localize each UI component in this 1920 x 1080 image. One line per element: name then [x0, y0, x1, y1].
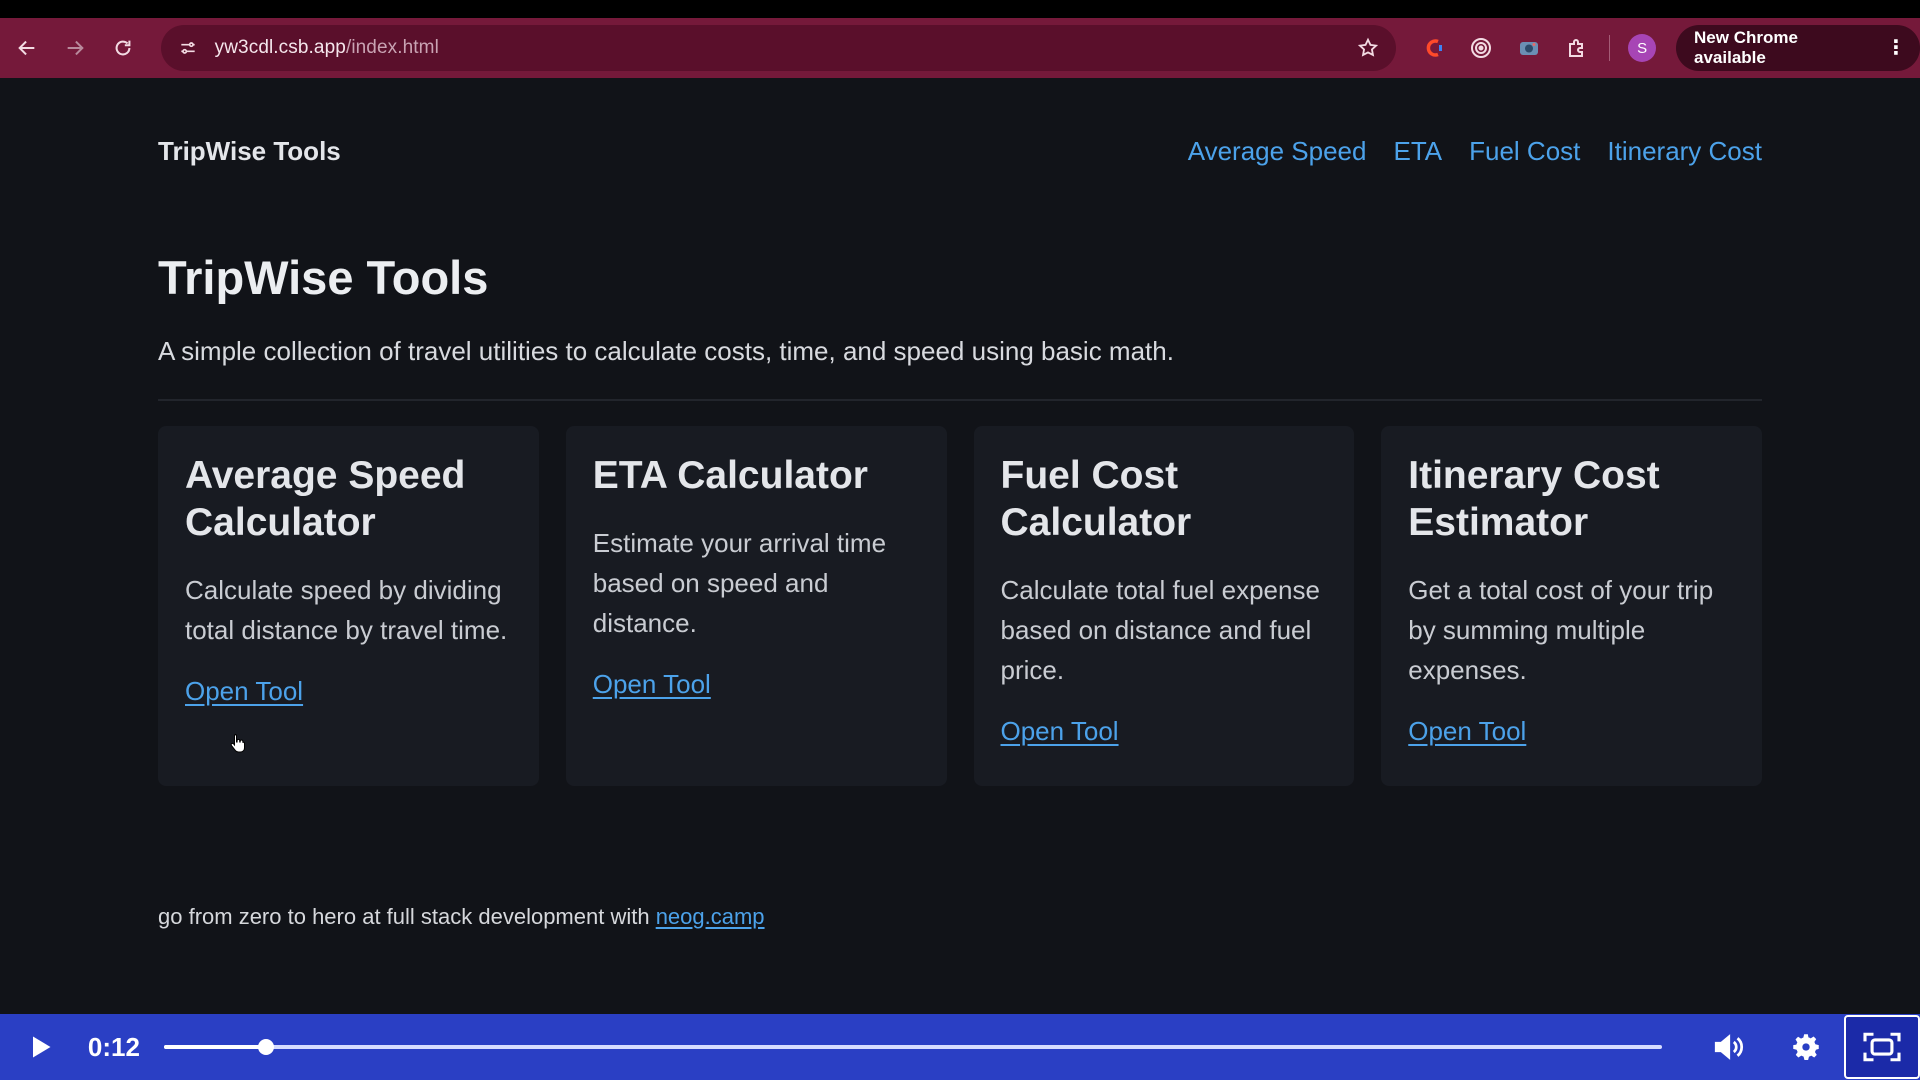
fullscreen-button[interactable]	[1844, 1015, 1920, 1079]
hand-cursor-icon	[230, 733, 246, 759]
progress-track[interactable]	[163, 1039, 1663, 1055]
open-tool-link[interactable]: Open Tool	[593, 669, 711, 700]
toolbar-separator	[1609, 35, 1611, 61]
update-label: New Chrome available	[1694, 28, 1798, 67]
web-page: TripWise Tools Average Speed ETA Fuel Co…	[0, 78, 1920, 1014]
top-nav: Average Speed ETA Fuel Cost Itinerary Co…	[1188, 136, 1762, 167]
fullscreen-icon	[1863, 1032, 1901, 1062]
nav-link-average-speed[interactable]: Average Speed	[1188, 136, 1367, 167]
progress-fill	[163, 1045, 266, 1049]
browser-toolbar: yw3cdl.csb.app/index.html S New Chrome a…	[0, 18, 1920, 78]
extensions-puzzle-icon[interactable]	[1553, 24, 1601, 72]
kebab-menu-icon[interactable]: ⋮	[1886, 38, 1906, 58]
arrow-right-icon	[67, 40, 84, 56]
bookmark-star-icon[interactable]	[1356, 36, 1380, 60]
nav-link-fuel-cost[interactable]: Fuel Cost	[1469, 136, 1580, 167]
volume-icon	[1715, 1034, 1744, 1060]
gear-icon	[1793, 1034, 1819, 1061]
open-tool-link[interactable]: Open Tool	[185, 676, 303, 707]
back-button[interactable]	[3, 24, 51, 72]
settings-button[interactable]	[1768, 1014, 1844, 1080]
site-header: TripWise Tools Average Speed ETA Fuel Co…	[158, 136, 1762, 167]
url-host: yw3cdl.csb.app	[214, 37, 346, 58]
top-strip	[0, 0, 1920, 18]
page-description: A simple collection of travel utilities …	[158, 336, 1174, 366]
volume-button[interactable]	[1692, 1014, 1768, 1080]
card-description: Get a total cost of your trip by summing…	[1408, 575, 1714, 685]
card-description: Calculate total fuel expense based on di…	[1000, 575, 1320, 685]
extension-target-icon[interactable]	[1458, 24, 1506, 72]
card-title: Average Speed Calculator	[185, 454, 466, 544]
reload-icon	[115, 40, 131, 56]
card-title: Itinerary Cost Estimator	[1408, 454, 1660, 544]
progress-handle[interactable]	[257, 1039, 274, 1055]
extension-camera-icon[interactable]	[1505, 24, 1553, 72]
address-bar[interactable]: yw3cdl.csb.app/index.html	[160, 25, 1396, 71]
card-description: Calculate speed by dividing total distan…	[185, 575, 508, 645]
new-chrome-available-button[interactable]: New Chrome available ⋮	[1676, 25, 1920, 71]
card-itinerary-cost: Itinerary Cost Estimator Get a total cos…	[1381, 426, 1762, 786]
open-tool-link[interactable]: Open Tool	[1001, 716, 1119, 747]
nav-link-itinerary-cost[interactable]: Itinerary Cost	[1607, 136, 1762, 167]
avatar: S	[1628, 34, 1657, 62]
extension-c-icon[interactable]	[1410, 24, 1458, 72]
card-average-speed: Average Speed Calculator Calculate speed…	[158, 426, 539, 786]
play-icon	[32, 1036, 51, 1058]
forward-button[interactable]	[51, 24, 99, 72]
neog-camp-link[interactable]: neog.camp	[656, 904, 765, 929]
current-time: 0:12	[87, 1031, 140, 1062]
footer-text: go from zero to hero at full stack devel…	[158, 904, 656, 929]
card-description: Estimate your arrival time based on spee…	[592, 528, 887, 638]
page-title: TripWise Tools	[158, 251, 489, 304]
video-controls: 0:12	[0, 1014, 1920, 1080]
site-brand[interactable]: TripWise Tools	[158, 136, 341, 167]
divider	[158, 399, 1762, 401]
card-fuel-cost: Fuel Cost Calculator Calculate total fue…	[973, 426, 1355, 786]
card-title: ETA Calculator	[592, 454, 868, 497]
tool-cards: Average Speed Calculator Calculate speed…	[158, 426, 1762, 786]
card-eta: ETA Calculator Estimate your arrival tim…	[565, 426, 947, 786]
site-info-icon[interactable]	[177, 37, 199, 59]
url-text[interactable]: yw3cdl.csb.app/index.html	[215, 37, 439, 59]
footer-note: go from zero to hero at full stack devel…	[158, 904, 765, 930]
url-path: /index.html	[345, 37, 439, 58]
card-title: Fuel Cost Calculator	[1000, 454, 1192, 544]
open-tool-link[interactable]: Open Tool	[1408, 716, 1526, 747]
reload-button[interactable]	[99, 24, 147, 72]
arrow-left-icon	[18, 40, 35, 56]
play-button[interactable]	[0, 1014, 80, 1080]
profile-button[interactable]: S	[1618, 24, 1666, 72]
nav-link-eta[interactable]: ETA	[1393, 136, 1442, 167]
